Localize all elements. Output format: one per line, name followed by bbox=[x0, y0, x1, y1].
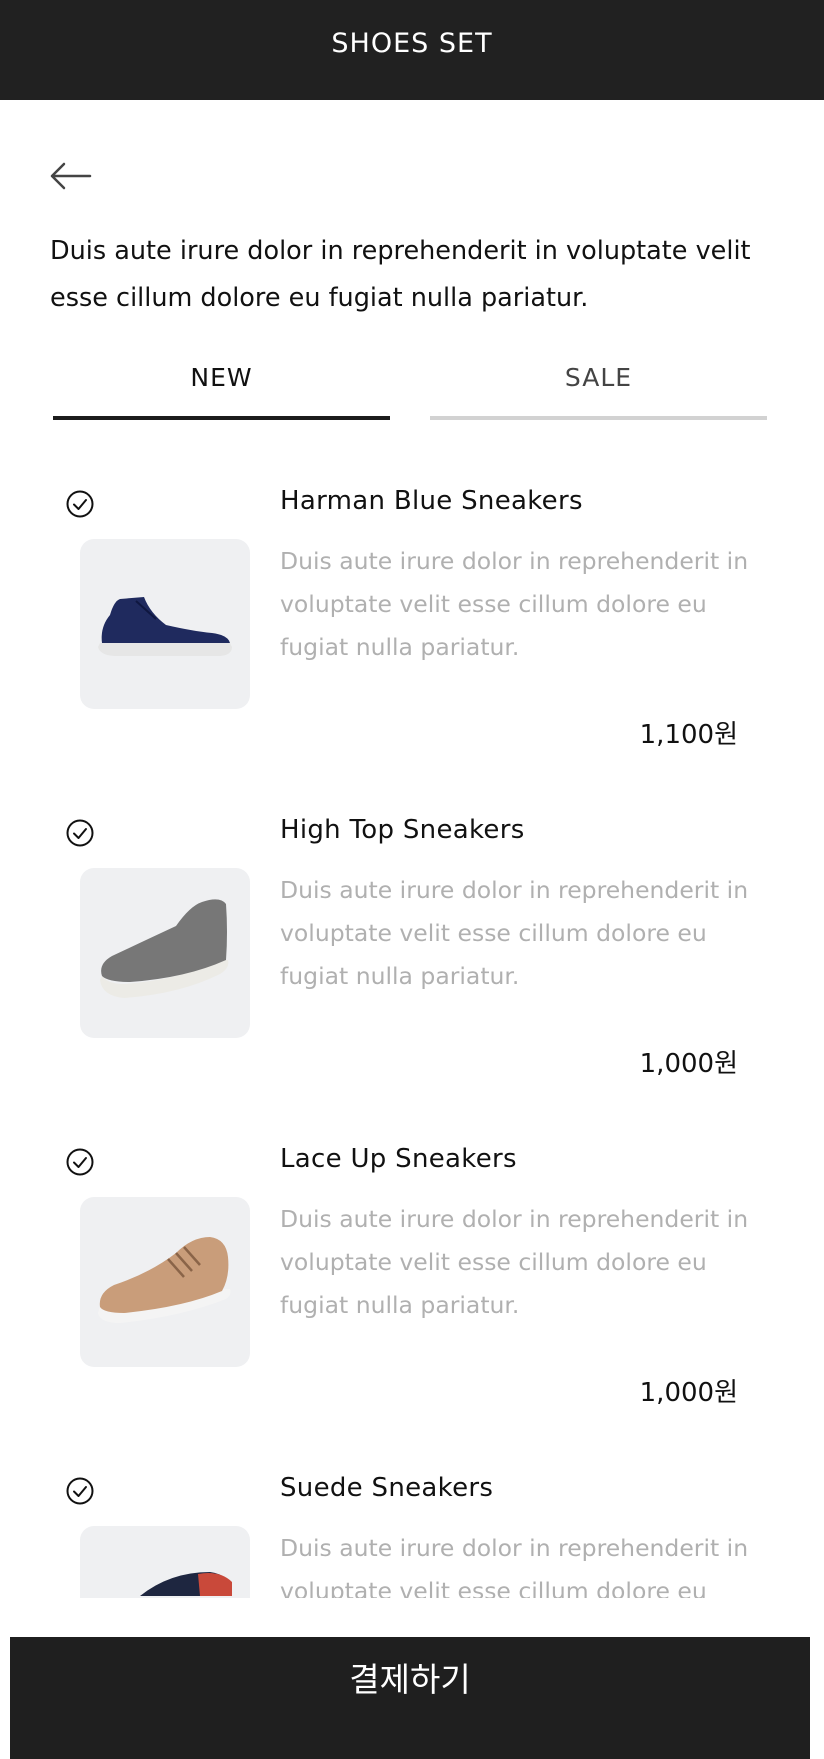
product-description: Duis aute irure dolor in reprehenderit i… bbox=[280, 1205, 749, 1319]
shoe-accent bbox=[198, 1573, 232, 1596]
product-item: Harman Blue Sneakers Duis aute irure dol… bbox=[0, 470, 824, 799]
product-name[interactable]: Lace Up Sneakers bbox=[280, 1144, 517, 1174]
product-image[interactable] bbox=[80, 1526, 250, 1598]
product-description: Duis aute irure dolor in reprehenderit i… bbox=[280, 1534, 749, 1598]
tab-sale[interactable]: SALE bbox=[430, 358, 767, 420]
sneaker-image bbox=[140, 1572, 232, 1596]
product-name[interactable]: Suede Sneakers bbox=[280, 1473, 493, 1503]
tab-new-label: NEW bbox=[190, 363, 253, 392]
tab-sale-indicator bbox=[430, 416, 767, 420]
check-circle-icon bbox=[66, 490, 94, 518]
product-name[interactable]: Harman Blue Sneakers bbox=[280, 486, 583, 516]
tab-new-indicator bbox=[53, 416, 390, 420]
select-checkbox[interactable] bbox=[66, 490, 94, 518]
product-image[interactable] bbox=[80, 1197, 250, 1367]
tab-new[interactable]: NEW bbox=[53, 358, 390, 420]
product-name[interactable]: High Top Sneakers bbox=[280, 815, 525, 845]
checkout-button[interactable]: 결제하기 bbox=[10, 1637, 810, 1759]
check-circle-icon bbox=[66, 819, 94, 847]
product-price: 1,000원 bbox=[639, 1049, 738, 1079]
product-description: Duis aute irure dolor in reprehenderit i… bbox=[280, 547, 749, 661]
tab-sale-label: SALE bbox=[564, 363, 633, 392]
product-list: Harman Blue Sneakers Duis aute irure dol… bbox=[0, 470, 824, 1598]
intro-text: Duis aute irure dolor in reprehenderit i… bbox=[50, 236, 751, 313]
select-checkbox[interactable] bbox=[66, 1148, 94, 1176]
product-item: High Top Sneakers Duis aute irure dolor … bbox=[0, 799, 824, 1128]
back-button[interactable] bbox=[48, 160, 92, 192]
page-title: SHOES SET bbox=[331, 27, 493, 59]
product-price: 1,000원 bbox=[639, 1378, 738, 1408]
checkout-label: 결제하기 bbox=[349, 1660, 471, 1699]
sneaker-image bbox=[98, 597, 232, 656]
product-description: Duis aute irure dolor in reprehenderit i… bbox=[280, 876, 749, 990]
tab-bar: NEW SALE bbox=[53, 358, 767, 420]
product-image[interactable] bbox=[80, 539, 250, 709]
product-item: Lace Up Sneakers Duis aute irure dolor i… bbox=[0, 1128, 824, 1457]
sneaker-image bbox=[100, 899, 229, 998]
app-header: SHOES SET bbox=[0, 0, 824, 100]
arrow-left-icon bbox=[50, 162, 92, 190]
select-checkbox[interactable] bbox=[66, 819, 94, 847]
select-checkbox[interactable] bbox=[66, 1477, 94, 1505]
sneaker-image bbox=[98, 1237, 231, 1323]
shoe-upper bbox=[101, 597, 231, 643]
check-circle-icon bbox=[66, 1148, 94, 1176]
product-item: Suede Sneakers Duis aute irure dolor in … bbox=[0, 1457, 824, 1598]
shoe-sole bbox=[98, 643, 232, 656]
product-image[interactable] bbox=[80, 868, 250, 1038]
product-price: 1,100원 bbox=[639, 720, 738, 750]
check-circle-icon bbox=[66, 1477, 94, 1505]
